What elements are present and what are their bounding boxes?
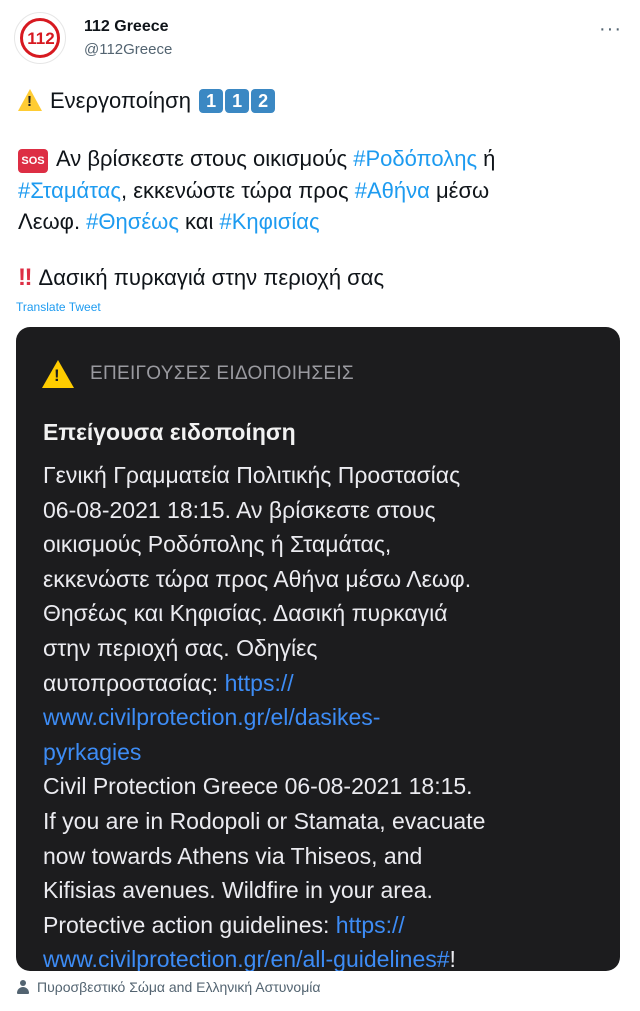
alert-link-el: pyrkagies	[43, 738, 142, 765]
alert-line-en: If you are in Rodopoli or Stamata, evacu…	[43, 807, 486, 834]
alert-line-en: www.civilprotection.gr/en/all-guidelines…	[43, 942, 613, 971]
more-options-icon[interactable]: ···	[599, 18, 622, 41]
alert-link-el: https://	[224, 669, 294, 696]
alert-line: στην περιοχή σας. Οδηγίες	[43, 634, 318, 661]
alert-link-en: www.civilprotection.gr/en/all-guidelines…	[43, 946, 450, 971]
alert-link-el: www.civilprotection.gr/el/dasikes-	[43, 704, 381, 731]
tweet-line-wildfire: ‼ Δασική πυρκαγιά στην περιοχή σας	[18, 263, 384, 293]
alert-line: 06-08-2021 18:15. Αν βρίσκεστε στους	[43, 496, 436, 523]
alert-line-en: now towards Athens via Thiseos, and	[43, 842, 423, 869]
activation-text: Ενεργοποίηση	[50, 88, 191, 113]
alert-text: Protective action guidelines:	[43, 911, 336, 938]
warning-exclamation: !	[54, 366, 60, 385]
keycap-1-icon: 1	[199, 89, 224, 113]
alert-line: Γενική Γραμματεία Πολιτικής Προστασίας	[43, 462, 461, 488]
alert-link-en: https://	[335, 911, 405, 938]
tagged-users[interactable]: Πυροσβεστικό Σώμα and Ελληνική Αστυνομία	[17, 979, 320, 995]
alert-line: εκκενώστε τώρα προς Αθήνα μέσω Λεωφ.	[43, 565, 472, 592]
account-handle[interactable]: @112Greece	[84, 41, 172, 58]
alert-line: οικισμούς Ροδόπολης ή Σταμάτας,	[43, 531, 392, 558]
alert-line-en: Civil Protection Greece 06-08-2021 18:15…	[43, 773, 473, 800]
account-name[interactable]: 112 Greece	[84, 18, 169, 36]
alert-category: ΕΠΕΙΓΟΥΣΕΣ ΕΙΔΟΠΟΙΗΣΕΙΣ	[90, 363, 354, 384]
alert-title: Επείγουσα ειδοποίηση	[43, 419, 296, 445]
avatar-logo-text: 112	[27, 29, 55, 48]
sos-icon: SOS	[18, 149, 48, 173]
alert-text: !	[449, 946, 456, 971]
translate-tweet-link[interactable]: Translate Tweet	[16, 300, 101, 314]
tweet-text: , εκκενώστε τώρα προς	[120, 178, 355, 203]
alert-body: Γενική Γραμματεία Πολιτικής Προστασίας 0…	[43, 458, 613, 971]
alert-line: αυτοπροστασίας: https://	[43, 666, 613, 701]
tweet-line: Λεωφ. #Θησέως και #Κηφισίας	[18, 207, 320, 237]
emergency-alert-image[interactable]: ! ΕΠΕΙΓΟΥΣΕΣ ΕΙΔΟΠΟΙΗΣΕΙΣ Επείγουσα ειδο…	[16, 327, 620, 971]
tweet-line: #Σταμάτας, εκκενώστε τώρα προς #Αθήνα μέ…	[18, 176, 489, 206]
keycap-1-icon: 1	[225, 89, 250, 113]
hashtag-link[interactable]: #Κηφισίας	[219, 209, 319, 234]
tweet-header: 112 112 Greece @112Greece ···	[14, 12, 626, 66]
keycap-2-icon: 2	[251, 89, 276, 113]
tweet-text: και	[178, 209, 220, 234]
tweet-text: Λεωφ.	[18, 209, 87, 234]
double-exclamation-icon: ‼	[18, 264, 32, 291]
tweet-line: SOS Αν βρίσκεστε στους οικισμούς #Ροδόπολ…	[18, 144, 495, 174]
hashtag-link[interactable]: #Ροδόπολης	[353, 146, 477, 171]
tweet-text: Αν βρίσκεστε στους οικισμούς	[56, 146, 354, 171]
hashtag-link[interactable]: #Θησέως	[86, 209, 179, 234]
alert-line-en: Protective action guidelines: https://	[43, 908, 613, 943]
alert-line: Θησέως και Κηφισίας. Δασική πυρκαγιά	[43, 600, 448, 627]
warning-icon	[18, 89, 42, 111]
avatar[interactable]: 112	[14, 12, 66, 64]
hashtag-link[interactable]: #Αθήνα	[355, 178, 430, 203]
hashtag-link[interactable]: #Σταμάτας	[18, 178, 121, 203]
tweet-text: Δασική πυρκαγιά στην περιοχή σας	[38, 265, 385, 290]
tweet-text: μέσω	[429, 178, 490, 203]
tweet-text: ή	[477, 146, 496, 171]
person-icon	[17, 980, 29, 994]
alert-text: αυτοπροστασίας:	[43, 669, 225, 696]
tweet-line-activation: Ενεργοποίηση 112	[18, 86, 276, 116]
alert-line-en: Kifisias avenues. Wildfire in your area.	[43, 877, 433, 904]
tagged-users-text[interactable]: Πυροσβεστικό Σώμα and Ελληνική Αστυνομία	[37, 979, 320, 995]
